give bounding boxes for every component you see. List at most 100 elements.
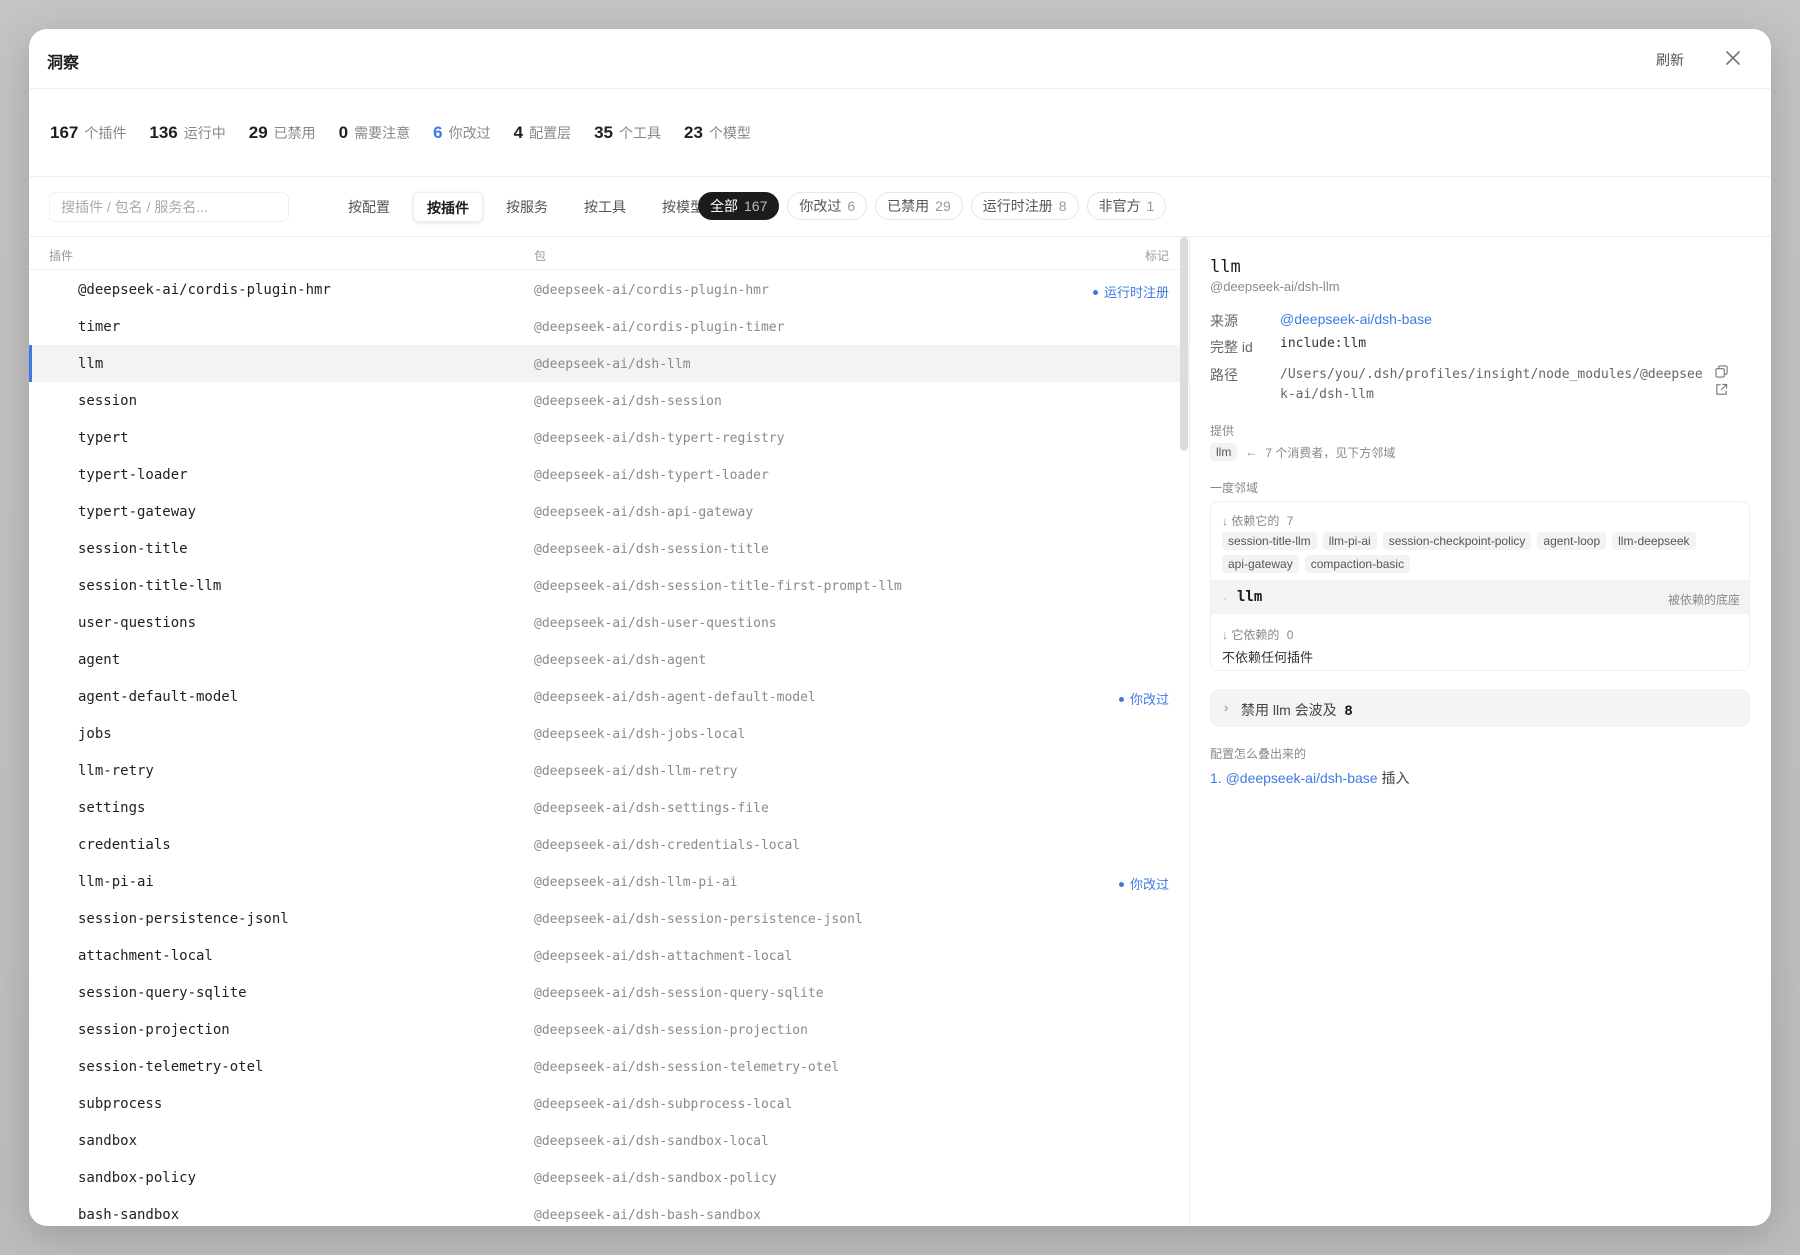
table-row[interactable]: settings @deepseek-ai/dsh-settings-file (29, 789, 1189, 826)
plugin-package: @deepseek-ai/cordis-plugin-timer (534, 320, 785, 335)
table-row[interactable]: sandbox-policy @deepseek-ai/dsh-sandbox-p… (29, 1159, 1189, 1196)
stat-item: 0 需要注意 (339, 123, 410, 143)
view-mode-tab[interactable]: 按服务 (493, 192, 561, 222)
dependent-tag[interactable]: llm-pi-ai (1322, 532, 1377, 550)
service-pill[interactable]: llm (1210, 443, 1238, 461)
copy-icon[interactable] (1715, 365, 1728, 378)
plugin-name: llm-retry (78, 763, 154, 779)
dependent-tag[interactable]: llm-deepseek (1612, 532, 1696, 550)
filter-chip[interactable]: 你改过 6 (787, 192, 868, 220)
plugin-name: jobs (78, 726, 112, 742)
source-label: 来源 (1210, 313, 1238, 329)
center-note: 被依赖的底座 (1667, 593, 1740, 607)
center-name: llm (1237, 589, 1263, 605)
filter-chip[interactable]: 运行时注册 8 (970, 192, 1079, 220)
stat-number: 136 (149, 122, 178, 142)
table-row[interactable]: session-title @deepseek-ai/dsh-session-ti… (29, 530, 1189, 567)
stat-item: 6 你改过 (433, 123, 490, 143)
plugin-package: @deepseek-ai/dsh-session-persistence-jso… (534, 912, 863, 927)
plugin-name: attachment-local (78, 948, 213, 964)
stat-label: 个工具 (619, 124, 661, 141)
table-row[interactable]: attachment-local @deepseek-ai/dsh-attachm… (29, 937, 1189, 974)
plugin-package: @deepseek-ai/dsh-attachment-local (534, 949, 793, 964)
dependent-tag[interactable]: compaction-basic (1304, 555, 1411, 573)
list-header: 插件 包 标记 (29, 237, 1189, 270)
search-input[interactable] (49, 192, 289, 222)
tag-text: 运行时注册 (1103, 285, 1169, 300)
plugin-name: @deepseek-ai/cordis-plugin-hmr (78, 282, 331, 298)
stat-number: 4 (513, 122, 524, 142)
view-mode-tab[interactable]: 按配置 (335, 192, 403, 222)
close-button[interactable] (1721, 46, 1745, 70)
table-row[interactable]: typert-gateway @deepseek-ai/dsh-api-gatew… (29, 493, 1189, 530)
view-mode-tab[interactable]: 按插件 (413, 192, 483, 222)
tag-text: 你改过 (1129, 692, 1169, 707)
dependencies-header: ↓ 它依赖的 0 (1222, 626, 1293, 643)
plugin-package: @deepseek-ai/dsh-subprocess-local (534, 1097, 793, 1112)
table-row[interactable]: typert @deepseek-ai/dsh-typert-registry (29, 419, 1189, 456)
view-mode-switch: 按配置 按插件 按服务 按工具 按模型 (335, 192, 727, 222)
filter-chip[interactable]: 已禁用 29 (875, 192, 963, 220)
table-row[interactable]: agent @deepseek-ai/dsh-agent (29, 641, 1189, 678)
layers-label: 配置怎么叠出来的 (1210, 747, 1307, 761)
chip-count: 6 (847, 198, 856, 214)
center-node: · llm 被依赖的底座 (1211, 580, 1749, 614)
cascade-expander[interactable]: › 禁用 llm 会波及 8 (1210, 689, 1750, 727)
table-row[interactable]: @deepseek-ai/cordis-plugin-hmr @deepseek-… (29, 271, 1189, 308)
plugin-name: typert-loader (78, 467, 188, 483)
status-badge: 你改过 (1118, 689, 1169, 708)
plugin-name: session-query-sqlite (78, 985, 247, 1001)
cascade-count: 8 (1344, 702, 1353, 718)
refresh-button[interactable]: 刷新 (1656, 50, 1684, 70)
table-row[interactable]: session @deepseek-ai/dsh-session (29, 382, 1189, 419)
table-row[interactable]: user-questions @deepseek-ai/dsh-user-ques… (29, 604, 1189, 641)
dependencies-empty: 不依赖任何插件 (1222, 650, 1314, 665)
list-scrollbar[interactable] (1180, 237, 1188, 451)
table-row[interactable]: typert-loader @deepseek-ai/dsh-typert-loa… (29, 456, 1189, 493)
dependent-tag[interactable]: session-checkpoint-policy (1382, 532, 1532, 550)
layer-link[interactable]: @deepseek-ai/dsh-base (1226, 770, 1378, 786)
table-row[interactable]: llm-pi-ai @deepseek-ai/dsh-llm-pi-ai 你改过 (29, 863, 1189, 900)
dependent-tag[interactable]: session-title-llm (1222, 532, 1317, 550)
table-row[interactable]: agent-default-model @deepseek-ai/dsh-agen… (29, 678, 1189, 715)
insight-dialog: 洞察 刷新 167 个插件 136 运行中 29 已禁用 0 需要注意 6 你改过 4 配置层 35 个工… (29, 29, 1771, 1226)
dependent-tag[interactable]: api-gateway (1222, 555, 1299, 573)
filter-chip[interactable]: 非官方 1 (1086, 192, 1167, 220)
table-row[interactable]: session-query-sqlite @deepseek-ai/dsh-ses… (29, 974, 1189, 1011)
table-row[interactable]: subprocess @deepseek-ai/dsh-subprocess-lo… (29, 1085, 1189, 1122)
table-row[interactable]: session-persistence-jsonl @deepseek-ai/ds… (29, 900, 1189, 937)
plugin-name: session-telemetry-otel (78, 1059, 264, 1075)
table-row[interactable]: llm @deepseek-ai/dsh-llm (29, 345, 1189, 382)
source-link[interactable]: @deepseek-ai/dsh-base (1280, 311, 1432, 327)
table-row[interactable]: sandbox @deepseek-ai/dsh-sandbox-local (29, 1122, 1189, 1159)
table-row[interactable]: jobs @deepseek-ai/dsh-jobs-local (29, 715, 1189, 752)
table-row[interactable]: session-telemetry-otel @deepseek-ai/dsh-s… (29, 1048, 1189, 1085)
chip-count: 167 (744, 198, 768, 214)
stat-label: 已禁用 (273, 124, 316, 141)
table-row[interactable]: timer @deepseek-ai/cordis-plugin-timer (29, 308, 1189, 345)
plugin-package: @deepseek-ai/dsh-settings-file (534, 801, 769, 816)
stats-bar: 167 个插件 136 运行中 29 已禁用 0 需要注意 6 你改过 4 配置层 35 个工具 23 个模型 (50, 89, 1750, 176)
stat-item: 136 运行中 (149, 123, 225, 143)
chip-count: 8 (1058, 198, 1067, 214)
plugin-name: user-questions (78, 615, 197, 631)
column-tag: 标记 (1144, 249, 1169, 263)
dependent-tag[interactable]: agent-loop (1537, 532, 1607, 550)
view-mode-tab[interactable]: 按工具 (571, 192, 639, 222)
table-row[interactable]: session-projection @deepseek-ai/dsh-sessi… (29, 1011, 1189, 1048)
table-row[interactable]: session-title-llm @deepseek-ai/dsh-sessio… (29, 567, 1189, 604)
table-row[interactable]: bash-sandbox @deepseek-ai/dsh-bash-sandbo… (29, 1196, 1189, 1226)
provides-note: 7 个消费者，见下方邻域 (1265, 445, 1396, 460)
status-badge: 你改过 (1118, 874, 1169, 893)
plugin-list: 插件 包 标记 @deepseek-ai/cordis-plugin-hmr @d… (29, 237, 1189, 1226)
plugin-package: @deepseek-ai/dsh-sandbox-policy (534, 1171, 777, 1186)
external-link-icon[interactable] (1715, 383, 1728, 396)
filter-chip[interactable]: 全部 167 (698, 192, 780, 220)
plugin-name: sandbox-policy (78, 1170, 197, 1186)
table-row[interactable]: credentials @deepseek-ai/dsh-credentials-… (29, 826, 1189, 863)
dependencies-count: 0 (1286, 628, 1294, 642)
plugin-package: @deepseek-ai/cordis-plugin-hmr (534, 283, 769, 298)
stat-number: 29 (248, 122, 268, 142)
detail-package: @deepseek-ai/dsh-llm (1210, 279, 1340, 294)
table-row[interactable]: llm-retry @deepseek-ai/dsh-llm-retry (29, 752, 1189, 789)
